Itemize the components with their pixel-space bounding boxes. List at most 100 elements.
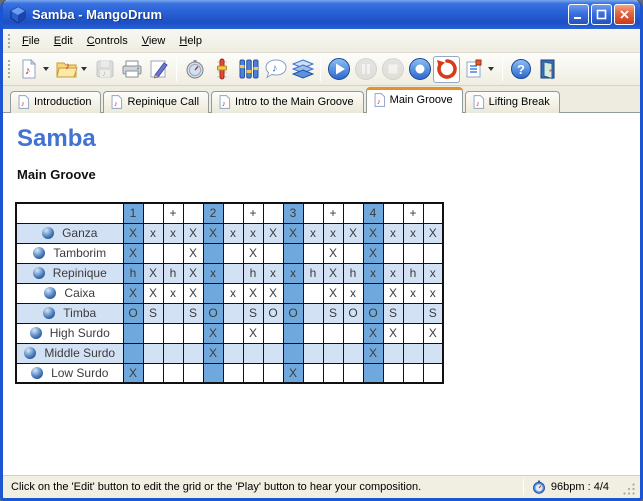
drum-icon [43, 307, 55, 319]
tab-label: Lifting Break [489, 96, 550, 108]
help-icon: ? [510, 58, 532, 80]
tab-repinique-call[interactable]: ♪ Repinique Call [103, 91, 209, 113]
beat-cell: x [343, 283, 363, 303]
beat-cell [303, 243, 323, 263]
stop-icon [381, 57, 405, 81]
beat-cell [203, 363, 223, 383]
tab-main-groove[interactable]: ♪ Main Groove [366, 87, 463, 113]
toolbar-grip[interactable] [6, 58, 11, 80]
play-icon [327, 57, 351, 81]
beat-cell [383, 363, 403, 383]
close-button[interactable] [614, 4, 635, 25]
playlist-button[interactable] [460, 56, 487, 83]
new-dropdown-caret[interactable] [43, 67, 49, 71]
save-floppy-icon: ♪ [95, 59, 115, 79]
record-button[interactable] [406, 56, 433, 83]
beat-cell [283, 243, 303, 263]
menu-help[interactable]: Help [172, 32, 209, 50]
menubar-grip[interactable] [6, 32, 11, 48]
playlist-icon [464, 59, 484, 79]
svg-text:?: ? [517, 62, 525, 77]
svg-text:♪: ♪ [377, 96, 381, 105]
beat-cell: X [323, 263, 343, 283]
beat-cell: h [163, 263, 183, 283]
beat-cell: X [183, 223, 203, 243]
beat-cell [403, 243, 423, 263]
tab-page-icon: ♪ [17, 95, 30, 109]
minimize-button[interactable] [568, 4, 589, 25]
beat-cell [123, 323, 143, 343]
beat-cell: X [363, 323, 383, 343]
beat-cell: X [363, 343, 383, 363]
instrument-cell: Low Surdo [16, 363, 123, 383]
menu-edit[interactable]: Edit [47, 32, 80, 50]
beat-cell: X [123, 363, 143, 383]
instrument-name: High Surdo [50, 326, 110, 340]
beat-cell [143, 243, 163, 263]
tabbar: ♪ Introduction ♪ Repinique Call ♪ Intro … [3, 86, 640, 113]
statusbar: Click on the 'Edit' button to edit the g… [3, 475, 640, 498]
beat-cell: O [283, 303, 303, 323]
beat-cell [303, 323, 323, 343]
app-window: Samba - MangoDrum File Edit Controls Vie… [0, 0, 643, 501]
beat-header: 1 [123, 203, 143, 223]
beat-cell [303, 363, 323, 383]
loop-button[interactable] [433, 56, 460, 83]
beat-cell: S [323, 303, 343, 323]
maximize-button[interactable] [591, 4, 612, 25]
print-button[interactable] [118, 56, 145, 83]
beat-cell: S [183, 303, 203, 323]
beat-cell [283, 343, 303, 363]
metronome-button[interactable] [181, 56, 208, 83]
layers-button[interactable] [289, 56, 316, 83]
mixer-button[interactable] [235, 56, 262, 83]
sound-bubble-button[interactable]: ♪ [262, 56, 289, 83]
open-dropdown-caret[interactable] [81, 67, 87, 71]
grid-body: GanzaXxxXXxxXXxxXXxxXTamborimXXXXXRepini… [16, 223, 443, 383]
tab-introduction[interactable]: ♪ Introduction [10, 91, 101, 113]
tab-lifting-break[interactable]: ♪ Lifting Break [465, 91, 560, 113]
beat-cell: X [283, 363, 303, 383]
beat-cell [163, 343, 183, 363]
beat-cell [203, 243, 223, 263]
beat-cell [143, 363, 163, 383]
drum-icon [30, 327, 42, 339]
instrument-cell: Timba [16, 303, 123, 323]
beat-cell [263, 323, 283, 343]
playlist-dropdown-caret[interactable] [488, 67, 494, 71]
grid-row: TamborimXXXXX [16, 243, 443, 263]
tab-intro-to-the-main-groove[interactable]: ♪ Intro to the Main Groove [211, 91, 364, 113]
instrument-name: Tamborim [53, 246, 106, 260]
tab-page-icon: ♪ [373, 93, 386, 107]
beat-cell: O [263, 303, 283, 323]
svg-text:♪: ♪ [272, 63, 278, 75]
open-button[interactable]: ♪ [53, 56, 80, 83]
exit-button[interactable] [534, 56, 561, 83]
tab-label: Introduction [34, 96, 91, 108]
menu-controls[interactable]: Controls [80, 32, 135, 50]
toolbar-separator [176, 57, 177, 81]
beat-cell [163, 363, 183, 383]
beat-cell: X [383, 283, 403, 303]
beat-cell: X [143, 283, 163, 303]
tempo-fader-button[interactable] [208, 56, 235, 83]
instrument-cell: Repinique [16, 263, 123, 283]
loop-icon [435, 57, 459, 81]
play-button[interactable] [325, 56, 352, 83]
menu-file[interactable]: File [15, 32, 47, 50]
beat-cell: x [383, 263, 403, 283]
edit-button[interactable] [145, 56, 172, 83]
resize-grip[interactable] [623, 483, 636, 496]
beat-cell [243, 363, 263, 383]
printer-icon [121, 59, 143, 79]
beat-cell: x [283, 263, 303, 283]
new-note-button[interactable]: ♪ [15, 56, 42, 83]
beat-cell: x [163, 223, 183, 243]
beat-cell [263, 363, 283, 383]
beat-cell: X [423, 223, 443, 243]
beat-header: + [163, 203, 183, 223]
beat-cell [223, 343, 243, 363]
menu-view[interactable]: View [135, 32, 173, 50]
beat-cell: S [243, 303, 263, 323]
help-button[interactable]: ? [507, 56, 534, 83]
